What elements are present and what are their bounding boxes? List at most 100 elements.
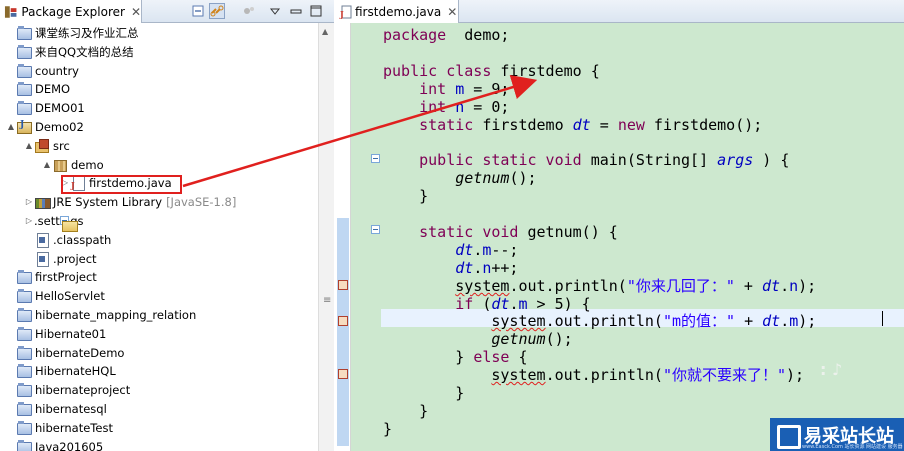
tree-item[interactable]: hibernateDemo [6, 343, 124, 362]
code-token: static void [383, 223, 519, 241]
fold-collapse-icon[interactable] [371, 225, 380, 234]
warning-marker-icon[interactable] [338, 280, 348, 290]
project-folder-icon [16, 363, 32, 379]
tree-item[interactable]: ▷ JRE System Library [JavaSE-1.8] [24, 192, 236, 211]
tree-item[interactable]: ▲ Demo02 [6, 117, 84, 136]
editor-tab-label: firstdemo.java [355, 4, 442, 19]
tree-item-label: country [35, 63, 79, 78]
code-line: package demo; [383, 26, 509, 44]
project-folder-icon [16, 100, 32, 116]
folding-gutter [351, 23, 381, 451]
expand-toggle-icon[interactable]: ▷ [24, 197, 34, 206]
tree-item[interactable]: firstProject [6, 267, 97, 286]
tree-item[interactable]: country [6, 61, 79, 80]
project-folder-icon [16, 439, 32, 451]
code-token: } [383, 187, 429, 205]
tree-item[interactable]: ▷ .settings [24, 211, 84, 232]
code-token: = [590, 116, 618, 134]
tree-item-label: hibernatesql [35, 401, 107, 416]
link-with-editor-icon[interactable] [209, 3, 225, 19]
tree-item[interactable]: .classpath [24, 230, 111, 249]
code-token: demo; [446, 26, 510, 44]
close-icon[interactable]: ✕ [131, 5, 141, 19]
tree-item[interactable]: HibernateHQL [6, 361, 116, 380]
code-token: firstdemo [473, 116, 573, 134]
tree-item[interactable]: hibernate_mapping_relation [6, 305, 196, 324]
text-caret [882, 311, 883, 326]
tree-item[interactable]: hibernateTest [6, 418, 113, 437]
warning-marker-icon[interactable] [338, 369, 348, 379]
project-folder-icon [16, 25, 32, 41]
expand-toggle-icon[interactable]: ▲ [24, 141, 34, 150]
project-tree: 课堂练习及作业汇总来自QQ文档的总结countryDEMODEMO01▲Demo… [0, 23, 318, 451]
scroll-up-arrow-icon[interactable]: ▲ [322, 27, 328, 36]
tree-item[interactable]: Java201605 [6, 437, 103, 451]
code-token: n [455, 98, 465, 116]
overview-ruler [335, 23, 351, 451]
tree-item[interactable]: DEMO [6, 79, 70, 98]
warning-marker-icon[interactable] [338, 316, 348, 326]
code-token: system [455, 277, 510, 295]
view-menu-icon[interactable] [267, 3, 283, 19]
selection-range-band [337, 218, 349, 446]
tree-item-label: HibernateHQL [35, 363, 116, 378]
code-token: if [455, 295, 474, 313]
code-token: dt [572, 116, 591, 134]
scroll-grip-icon[interactable]: ≡ [323, 295, 331, 306]
tree-item[interactable]: ▲ src [24, 136, 70, 155]
tree-item[interactable]: HelloServlet [6, 286, 105, 305]
tree-item[interactable]: DEMO01 [6, 98, 85, 117]
tree-item[interactable]: Hibernate01 [6, 324, 106, 343]
code-token: dt [762, 312, 781, 330]
code-token: ) { [753, 151, 790, 169]
project-folder-icon [16, 44, 32, 60]
tree-item[interactable]: hibernateproject [6, 380, 130, 399]
code-line: dt.m--; [383, 241, 518, 259]
package-explorer-view: Package Explorer ✕ 课堂练习及作业汇总来自QQ文档的总结 cou… [0, 0, 334, 451]
expand-toggle-icon[interactable]: ▲ [42, 160, 52, 169]
focus-task-icon[interactable] [241, 3, 257, 19]
tree-item-label: 课堂练习及作业汇总 [35, 25, 139, 40]
code-token: --; [491, 241, 519, 259]
code-line: } [383, 187, 428, 205]
tree-scrollbar[interactable]: ▲ ≡ [318, 23, 334, 451]
collapse-all-icon[interactable] [190, 3, 206, 19]
close-icon[interactable]: ✕ [447, 5, 457, 19]
tree-item[interactable]: hibernatesql [6, 399, 107, 418]
code-token: ( [473, 295, 492, 313]
code-token: m [455, 80, 465, 98]
code-token: package [383, 26, 447, 44]
code-token: dt [491, 295, 510, 313]
code-token: n [789, 277, 799, 295]
maximize-icon[interactable] [308, 3, 324, 19]
ghost-watermark-mark: : ♪ [820, 360, 843, 379]
code-token: system [491, 312, 546, 330]
editor-tab-firstdemo[interactable]: J firstdemo.java ✕ [335, 0, 459, 23]
code-line: int m = 9; [383, 80, 509, 98]
expand-toggle-icon[interactable]: ▲ [6, 122, 16, 131]
package-explorer-tab[interactable]: Package Explorer ✕ [0, 0, 142, 23]
tree-item[interactable]: ▲ demo [42, 155, 104, 174]
fold-collapse-icon[interactable] [371, 154, 380, 163]
code-token: . [473, 259, 483, 277]
code-token: "你来几回了：" [626, 277, 735, 295]
expand-toggle-icon[interactable]: ▷ [24, 216, 34, 225]
tree-item-label: Demo02 [35, 119, 84, 134]
code-token: (); [545, 330, 573, 348]
tree-item-label: hibernateDemo [35, 345, 125, 360]
java-project-icon [16, 119, 32, 135]
tree-item-label: DEMO [35, 81, 71, 96]
code-line: } else { [383, 348, 527, 366]
tree-item[interactable]: .project [24, 249, 97, 268]
folder-icon [60, 216, 78, 232]
tree-item[interactable]: 来自QQ文档的总结 [6, 42, 134, 61]
code-area[interactable]: package demo; public class firstdemo { in… [381, 23, 904, 451]
code-token: "m的值：" [662, 312, 736, 330]
code-line: static firstdemo dt = new firstdemo(); [383, 116, 762, 134]
tree-item-label: .classpath [53, 232, 112, 247]
tree-item[interactable]: 课堂练习及作业汇总 [6, 23, 139, 42]
minimize-icon[interactable] [288, 3, 304, 19]
